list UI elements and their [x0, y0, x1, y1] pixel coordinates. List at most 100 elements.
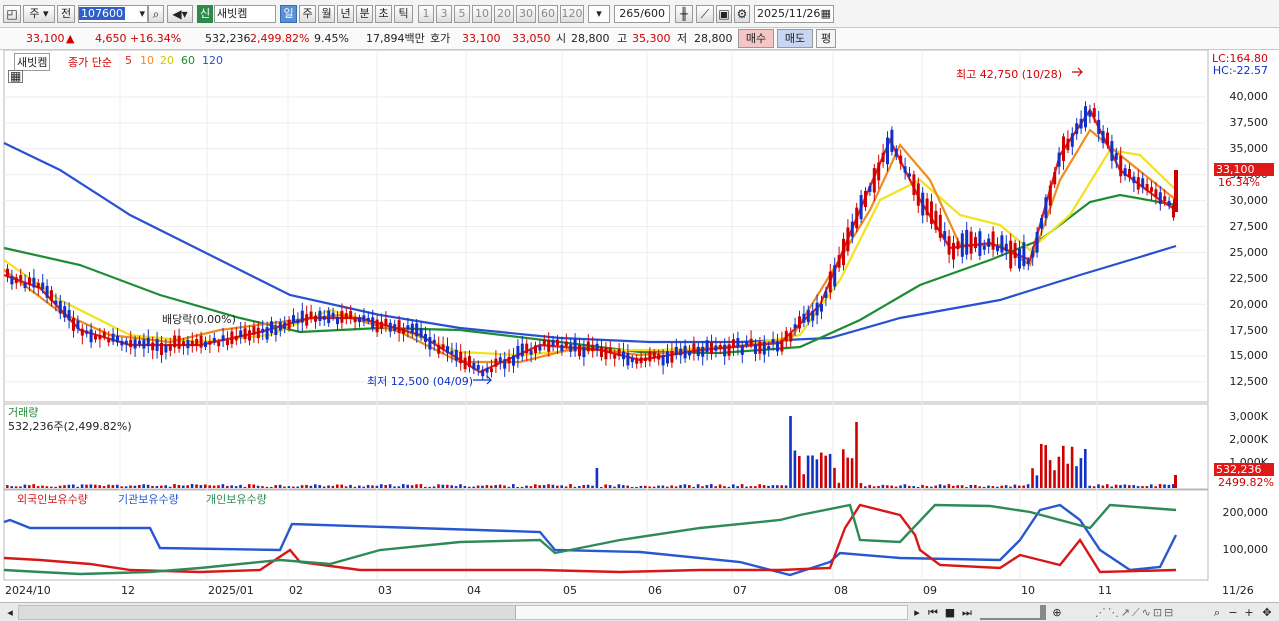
gear-icon[interactable]: ⚙ [734, 5, 750, 23]
period-button-year[interactable]: 년 [337, 5, 354, 23]
stop-icon[interactable]: ■ [943, 605, 957, 620]
volume-bar [679, 485, 682, 488]
candle [318, 310, 322, 321]
candle [459, 351, 463, 364]
volume-bar [1128, 485, 1131, 488]
minute-button-30[interactable]: 30 [516, 5, 536, 23]
volume-bar [534, 484, 537, 488]
scroll-thumb[interactable] [515, 606, 907, 619]
period-button-month[interactable]: 월 [318, 5, 335, 23]
volume-bar [89, 484, 93, 488]
volume-bar [111, 485, 115, 488]
buy-button[interactable]: 매수 [738, 29, 774, 48]
volume-bar [177, 484, 181, 488]
candle [204, 341, 207, 347]
minute-button-10[interactable]: 10 [472, 5, 492, 23]
crosshair-icon[interactable]: ⊕ [1050, 605, 1064, 620]
zoom-search-icon[interactable]: ⌕ [1210, 605, 1224, 620]
date-field[interactable]: 2025/11/26 ▦ [754, 5, 834, 23]
volume-bar [1092, 486, 1096, 488]
candle [85, 330, 89, 334]
volume: 532,236 [205, 32, 251, 45]
minute-button-20[interactable]: 20 [494, 5, 514, 23]
zoom-slider[interactable] [980, 605, 1046, 620]
candle [930, 201, 933, 224]
horizontal-scrollbar[interactable] [18, 605, 908, 620]
volume-bar [688, 484, 691, 488]
period-button-week[interactable]: 주 [299, 5, 316, 23]
candle [925, 198, 929, 216]
volume-bar [569, 484, 572, 488]
count-field[interactable]: 265/600 [614, 5, 670, 23]
volume-bar [1119, 485, 1122, 488]
line-tool-icon[interactable]: ⟋ [696, 5, 714, 23]
volume-bar [287, 486, 291, 488]
volume-bar [331, 485, 335, 488]
current-price: 33,100 [26, 32, 65, 45]
volume-bar [833, 467, 836, 488]
period-button-minute[interactable]: 분 [356, 5, 373, 23]
candle [296, 319, 300, 324]
candle [512, 355, 515, 366]
zoom-in-icon[interactable]: + [1242, 605, 1256, 620]
chevron-down-icon[interactable]: ▾ [139, 6, 145, 22]
minute-button-3[interactable]: 3 [436, 5, 452, 23]
scroll-right-icon[interactable]: ▸ [911, 605, 923, 620]
scroll-left-icon[interactable]: ◂ [4, 605, 16, 620]
candle [494, 358, 498, 367]
volume-bar [652, 486, 656, 488]
volume-bar [63, 485, 66, 488]
candle [138, 340, 141, 345]
price-tick: 22,500 [1229, 272, 1269, 285]
draw-tools-icon[interactable]: ⋰⋱↗⟋∿⊡⊟ [1070, 605, 1200, 620]
holdings-legend-foreign: 외국인보유수량 [17, 493, 88, 506]
stock-name-field[interactable]: 새빗켐 [214, 5, 276, 23]
chart-area[interactable]: 새빗켐 종가 단순 5 10 20 60 120 ▦ 최고 42,750 (10… [0, 50, 1279, 602]
candle [538, 345, 542, 351]
eval-button[interactable]: 평 [816, 29, 836, 48]
zoom-out-icon[interactable]: − [1226, 605, 1240, 620]
holdings-panel [3, 489, 1209, 581]
last-page-icon[interactable]: ⏭ [960, 605, 974, 620]
minute-button-120[interactable]: 120 [560, 5, 584, 23]
candle [762, 341, 766, 355]
period-button-tick[interactable]: 틱 [394, 5, 413, 23]
minute-button-1[interactable]: 1 [418, 5, 434, 23]
period-button-second[interactable]: 초 [375, 5, 392, 23]
candle [657, 353, 661, 360]
chart-window-icon[interactable]: ◰ [3, 5, 21, 23]
prev-button[interactable]: 전 [57, 5, 75, 23]
minute-button-5[interactable]: 5 [454, 5, 470, 23]
candle [912, 174, 916, 196]
zoom-slider-handle[interactable] [1040, 605, 1046, 620]
grid-icon[interactable]: ▦ [8, 70, 24, 83]
volume-bar [1013, 484, 1017, 488]
volume-bar [278, 484, 282, 488]
period-button-day[interactable]: 일 [280, 5, 297, 23]
volume-bar [212, 485, 216, 488]
first-page-icon[interactable]: ⏮ [926, 605, 940, 620]
sell-button[interactable]: 매도 [777, 29, 813, 48]
candle [1141, 178, 1145, 188]
minute-button-60[interactable]: 60 [538, 5, 558, 23]
search-icon[interactable]: ⌕ [148, 5, 164, 23]
speaker-icon[interactable]: ◀▾ [167, 5, 193, 23]
volume-bar [938, 484, 942, 488]
candle [72, 318, 75, 331]
candle-icon[interactable]: ╫ [675, 5, 693, 23]
interval-select[interactable]: ▾ [588, 5, 610, 23]
volume-bar [76, 486, 79, 488]
candle [661, 355, 665, 366]
candle [696, 346, 700, 356]
volume-bar [133, 485, 137, 488]
volume-bar [578, 486, 581, 488]
volume-bar [314, 484, 317, 488]
candle [349, 311, 353, 319]
volume-bar [982, 486, 986, 488]
calendar-icon[interactable]: ▦ [821, 6, 831, 22]
save-icon[interactable]: ▣ [716, 5, 732, 23]
stock-code-input[interactable]: 107600 ▾ [78, 5, 148, 23]
candle [1009, 240, 1013, 269]
period-unit-select[interactable]: 주 ▾ [23, 5, 55, 23]
move-icon[interactable]: ✥ [1260, 605, 1274, 620]
